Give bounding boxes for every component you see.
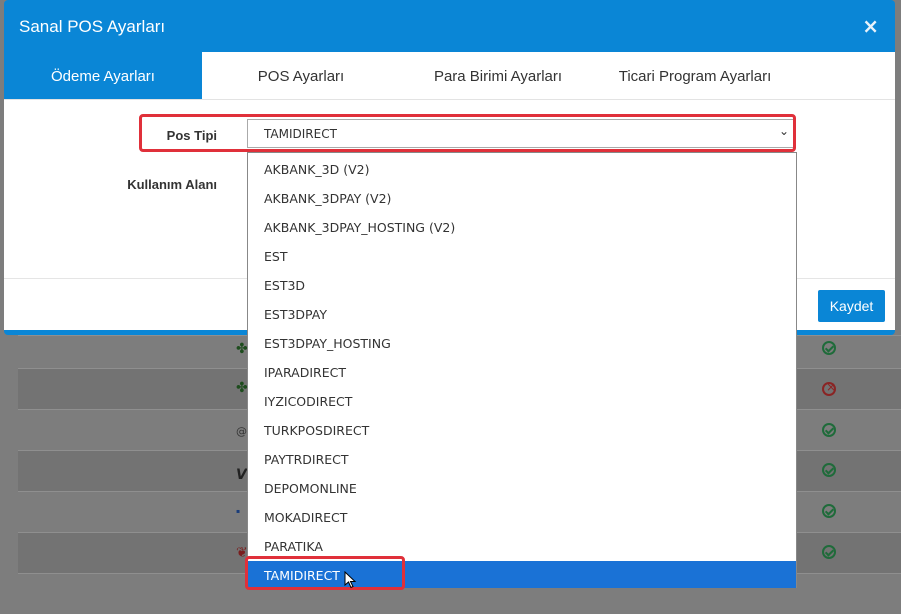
tab-pos-settings[interactable]: POS Ayarları xyxy=(202,52,400,99)
status-ok-icon xyxy=(822,504,836,518)
save-button[interactable]: Kaydet xyxy=(818,290,885,322)
dropdown-option[interactable]: DEPOMONLINE xyxy=(248,474,796,503)
dropdown-option[interactable]: EST3DPAY xyxy=(248,300,796,329)
dropdown-option[interactable]: MOKADIRECT xyxy=(248,503,796,532)
dropdown-option[interactable]: TURKPOSDIRECT xyxy=(248,416,796,445)
dropdown-option[interactable]: EST xyxy=(248,242,796,271)
dropdown-option[interactable]: IPARADIRECT xyxy=(248,358,796,387)
tab-payment-settings[interactable]: Ödeme Ayarları xyxy=(4,52,202,99)
dropdown-option[interactable]: AKBANK_3DPAY (V2) xyxy=(248,184,796,213)
mouse-pointer-icon xyxy=(344,571,357,589)
status-ok-icon xyxy=(822,463,836,477)
tab-currency-settings[interactable]: Para Birimi Ayarları xyxy=(400,52,596,99)
dropdown-option[interactable]: IYZICODIRECT xyxy=(248,387,796,416)
status-ok-icon xyxy=(822,423,836,437)
status-error-icon xyxy=(822,380,836,396)
tab-bar: Ödeme Ayarları POS Ayarları Para Birimi … xyxy=(4,52,895,100)
dropdown-option[interactable]: PAYTRDIRECT xyxy=(248,445,796,474)
pos-type-dropdown-list: AKBANK_3D (V2) AKBANK_3DPAY (V2) AKBANK_… xyxy=(247,152,797,588)
dropdown-option[interactable]: AKBANK_3DPAY_HOSTING (V2) xyxy=(248,213,796,242)
tab-commercial-program-settings[interactable]: Ticari Program Ayarları xyxy=(596,52,794,99)
dropdown-option[interactable]: EST3DPAY_HOSTING xyxy=(248,329,796,358)
status-ok-icon xyxy=(822,341,836,355)
close-icon[interactable]: × xyxy=(862,14,879,38)
modal-header: Sanal POS Ayarları × xyxy=(4,0,895,52)
usage-area-label: Kullanım Alanı xyxy=(127,177,217,192)
annotation-highlight-selected-option xyxy=(245,556,405,590)
modal-title: Sanal POS Ayarları xyxy=(19,17,166,36)
annotation-highlight-pos-type xyxy=(139,114,796,152)
dropdown-option[interactable]: EST3D xyxy=(248,271,796,300)
status-ok-icon xyxy=(822,545,836,559)
dropdown-option[interactable]: AKBANK_3D (V2) xyxy=(248,155,796,184)
